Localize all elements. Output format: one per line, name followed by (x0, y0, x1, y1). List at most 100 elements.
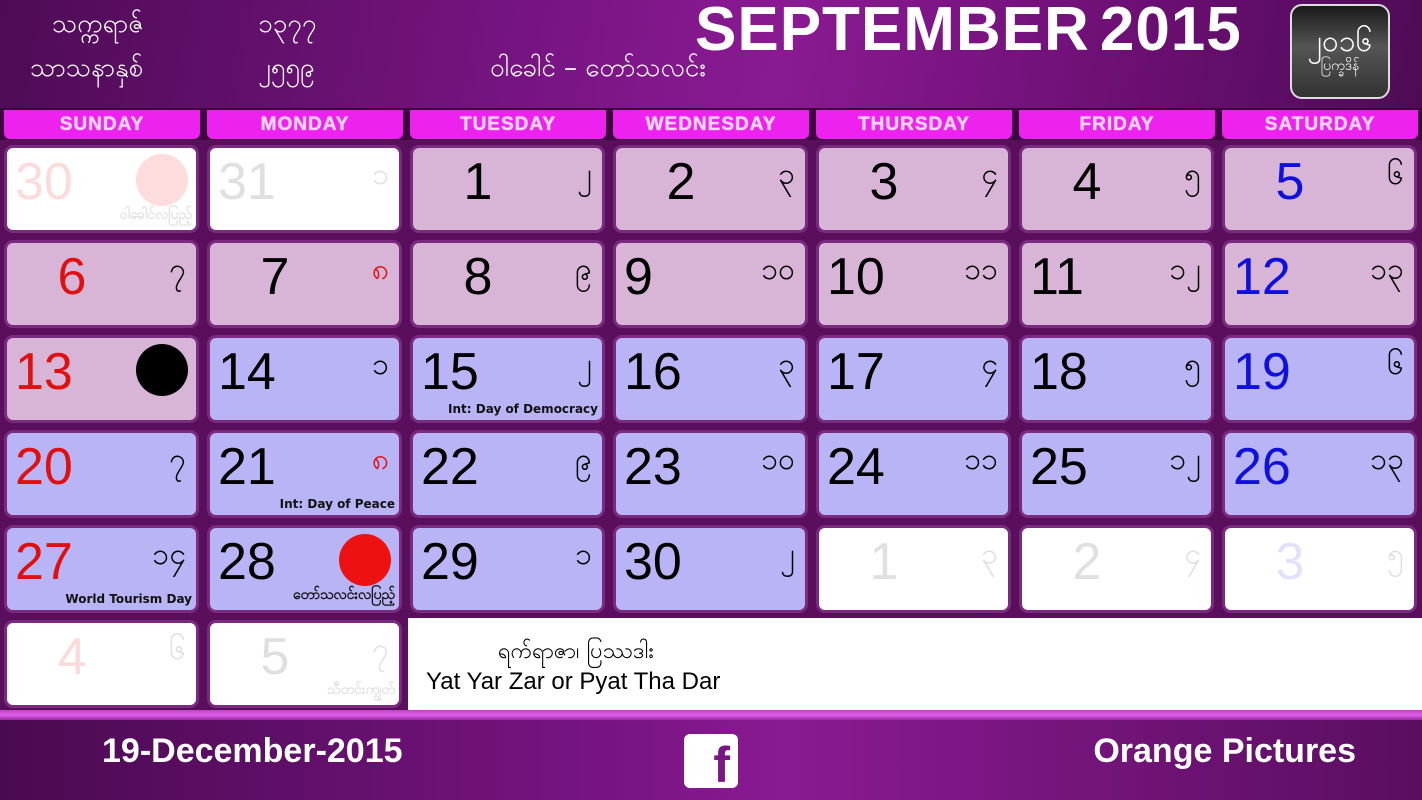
day-cell[interactable]: 26 ၁၃ (1222, 430, 1417, 518)
weekday-header-saturday: SATURDAY (1222, 110, 1418, 139)
day-number: 29 (421, 533, 479, 591)
myanmar-day-number: ၂ (577, 157, 592, 192)
day-cell[interactable]: 2၃ (613, 145, 808, 233)
facebook-icon[interactable]: f (684, 734, 738, 788)
day-info-panel: ရက်ရာဇာ၊ ပြဿဒါး Yat Yar Zar or Pyat Tha … (408, 618, 1422, 710)
day-number: 30 (15, 153, 73, 211)
day-number: 15 (421, 343, 479, 401)
myanmar-day-number: ၁ (575, 537, 592, 572)
year: 2015 (1099, 0, 1242, 64)
myanmar-day-number: ၃ (778, 157, 795, 192)
day-number: 4 (57, 628, 87, 686)
day-cell[interactable]: 18 ၅ (1019, 335, 1214, 423)
era-label-sakkaraj: သက္ကရာဇ် (52, 9, 144, 39)
day-cell[interactable]: 28 တော်သလင်းလပြည့် (207, 525, 402, 613)
day-cell[interactable]: 4၅ (1019, 145, 1214, 233)
day-cell[interactable]: 4၆ (4, 620, 199, 708)
day-cell[interactable]: 13 (4, 335, 199, 423)
day-number: 2 (666, 153, 696, 211)
day-number: 23 (624, 438, 682, 496)
day-cell[interactable]: 11 ၁၂ (1019, 240, 1214, 328)
info-english-text: Yat Yar Zar or Pyat Tha Dar (426, 668, 721, 695)
day-cell[interactable]: 7၈ (207, 240, 402, 328)
myanmar-day-number: ၉ (575, 252, 592, 287)
day-number: 17 (827, 343, 885, 401)
myanmar-day-number: ၄ (1184, 537, 1201, 572)
myanmar-day-number: ၃ (981, 537, 998, 572)
day-number: 30 (624, 533, 682, 591)
new-moon-icon (136, 344, 188, 396)
myanmar-day-number: ၂ (780, 537, 795, 572)
myanmar-day-number: ၅ (1184, 347, 1201, 382)
app-logo[interactable]: ၂၀၁၆ ပြက္ခဒိန် (1290, 4, 1390, 99)
day-cell[interactable]: 3၅ (1222, 525, 1417, 613)
day-number: 1 (463, 153, 493, 211)
day-cell[interactable]: 25 ၁၂ (1019, 430, 1214, 518)
weekday-header-thursday: THURSDAY (816, 110, 1012, 139)
myanmar-day-number: ၁၀ (761, 442, 795, 477)
day-cell[interactable]: 30 ဝါခေါင်လပြည့် (4, 145, 199, 233)
day-cell[interactable]: 20 ၇ (4, 430, 199, 518)
day-cell[interactable]: 31 ၁ (207, 145, 402, 233)
day-cell[interactable]: 30 ၂ (613, 525, 808, 613)
day-number: 27 (15, 533, 73, 591)
weekday-header-tuesday: TUESDAY (410, 110, 606, 139)
day-cell[interactable]: 10 ၁၁ (816, 240, 1011, 328)
day-cell[interactable]: 2၄ (1019, 525, 1214, 613)
full-moon-icon (339, 534, 391, 586)
month-title: SEPTEMBER 2015 (695, 0, 1242, 65)
day-cell[interactable]: 1၃ (816, 525, 1011, 613)
day-cell[interactable]: 5၆ (1222, 145, 1417, 233)
day-note: World Tourism Day (65, 592, 192, 606)
day-number: 22 (421, 438, 479, 496)
weekday-header-wednesday: WEDNESDAY (613, 110, 809, 139)
day-number: 7 (260, 248, 290, 306)
day-cell[interactable]: 1၂ (410, 145, 605, 233)
day-cell[interactable]: 27 ၁၄ World Tourism Day (4, 525, 199, 613)
day-cell[interactable]: 3၄ (816, 145, 1011, 233)
day-number: 18 (1030, 343, 1088, 401)
myanmar-day-number: ၇ (372, 632, 389, 667)
myanmar-day-number: ၈ (371, 442, 389, 477)
day-note: Int: Day of Democracy (448, 402, 598, 416)
day-number: 10 (827, 248, 885, 306)
day-note: တော်သလင်းလပြည့် (293, 587, 395, 603)
day-number: 3 (1275, 533, 1305, 591)
day-number: 31 (218, 153, 276, 211)
day-cell[interactable]: 29 ၁ (410, 525, 605, 613)
day-cell[interactable]: 17 ၄ (816, 335, 1011, 423)
logo-year: ၂၀၁၆ (1307, 24, 1373, 59)
myanmar-day-number: ၆ (1387, 347, 1404, 382)
day-cell[interactable]: 19 ၆ (1222, 335, 1417, 423)
day-cell[interactable]: 8၉ (410, 240, 605, 328)
weekday-header-monday: MONDAY (207, 110, 403, 139)
day-cell[interactable]: 22 ၉ (410, 430, 605, 518)
myanmar-day-number: ၁ (372, 347, 389, 382)
myanmar-day-number: ၁၂ (1169, 252, 1201, 287)
myanmar-day-number: ၅ (1184, 157, 1201, 192)
myanmar-day-number: ၁၃ (1370, 252, 1404, 287)
day-cell[interactable]: 6၇ (4, 240, 199, 328)
day-cell[interactable]: 16 ၃ (613, 335, 808, 423)
day-note: သီတင်းကျွတ် (326, 682, 395, 698)
day-cell[interactable]: 24 ၁၁ (816, 430, 1011, 518)
myanmar-day-number: ၁၂ (1169, 442, 1201, 477)
day-cell[interactable]: 12 ၁၃ (1222, 240, 1417, 328)
day-number: 9 (624, 248, 653, 306)
day-cell[interactable]: 9 ၁၀ (613, 240, 808, 328)
month-name: SEPTEMBER (695, 0, 1090, 64)
day-number: 6 (57, 248, 87, 306)
day-cell[interactable]: 23 ၁၀ (613, 430, 808, 518)
day-number: 28 (218, 533, 276, 591)
myanmar-day-number: ၁၁ (964, 252, 998, 287)
day-number: 16 (624, 343, 682, 401)
myanmar-day-number: ၉ (575, 442, 592, 477)
myanmar-day-number: ၆ (169, 632, 186, 667)
day-note: ဝါခေါင်လပြည့် (119, 207, 192, 223)
day-number: 25 (1030, 438, 1088, 496)
day-cell[interactable]: 5 ၇သီတင်းကျွတ် (207, 620, 402, 708)
day-cell[interactable]: 14 ၁ (207, 335, 402, 423)
day-number: 26 (1233, 438, 1291, 496)
day-cell[interactable]: 15 ၂ Int: Day of Democracy (410, 335, 605, 423)
day-cell[interactable]: 21 ၈ Int: Day of Peace (207, 430, 402, 518)
